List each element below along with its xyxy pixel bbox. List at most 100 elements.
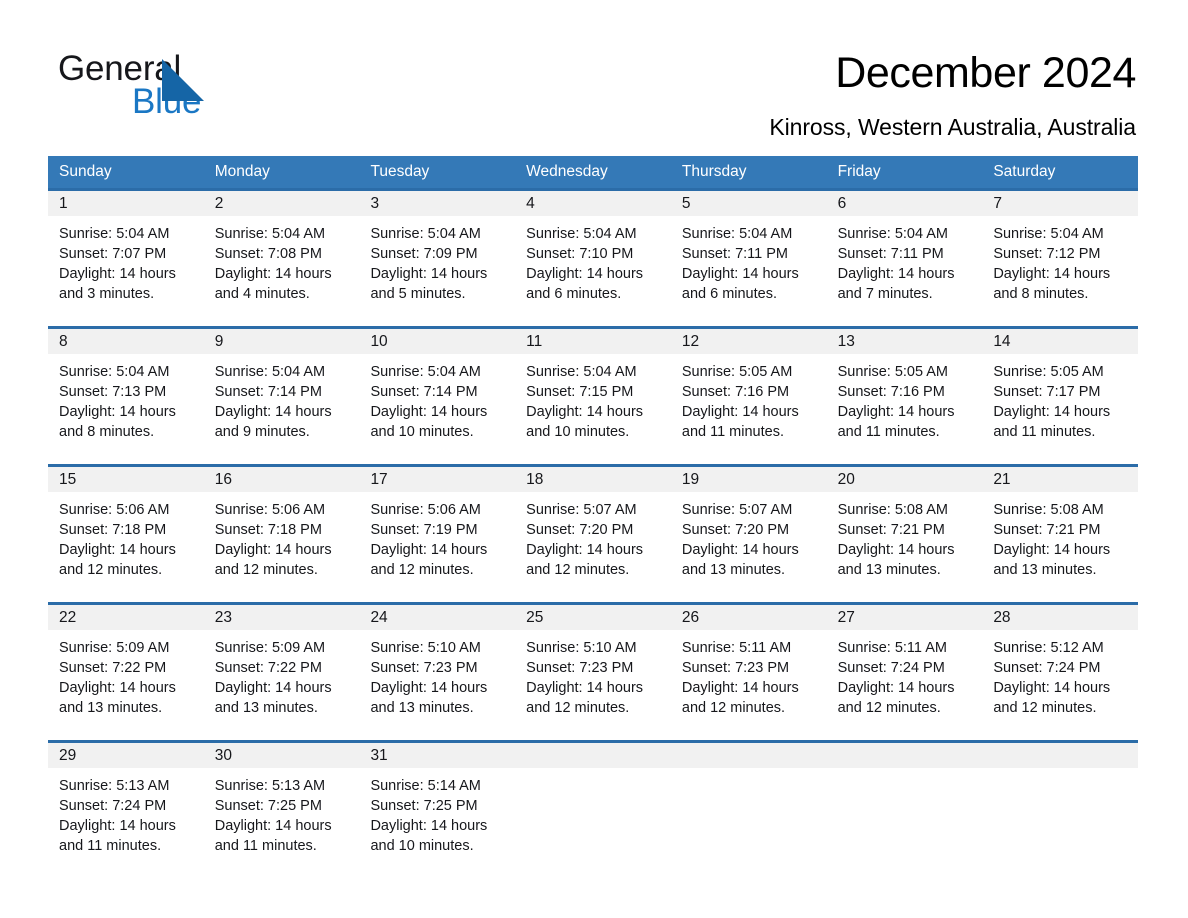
day-cell[interactable]: Sunrise: 5:04 AM Sunset: 7:14 PM Dayligh… <box>204 354 360 464</box>
day-cell[interactable]: Sunrise: 5:10 AM Sunset: 7:23 PM Dayligh… <box>359 630 515 740</box>
day-number[interactable]: 24 <box>359 605 515 630</box>
daylight-text-line2: and 13 minutes. <box>370 700 474 716</box>
sunset-text: Sunset: 7:14 PM <box>370 384 478 400</box>
day-number[interactable]: 13 <box>827 329 983 354</box>
week-detail-band: Sunrise: 5:09 AM Sunset: 7:22 PM Dayligh… <box>48 630 1138 740</box>
day-number[interactable]: 21 <box>982 467 1138 492</box>
day-number[interactable]: 15 <box>48 467 204 492</box>
daylight-text-line1: Daylight: 14 hours <box>837 404 955 420</box>
day-number[interactable]: 8 <box>48 329 204 354</box>
sunrise-text: Sunrise: 5:13 AM <box>214 778 326 794</box>
day-cell[interactable]: Sunrise: 5:04 AM Sunset: 7:08 PM Dayligh… <box>204 216 360 326</box>
day-number[interactable]: 14 <box>982 329 1138 354</box>
sunset-text: Sunset: 7:23 PM <box>681 660 790 676</box>
day-number[interactable]: 29 <box>48 743 204 768</box>
day-number[interactable]: 11 <box>515 329 671 354</box>
sunrise-text: Sunrise: 5:07 AM <box>526 502 637 518</box>
daylight-text-line1: Daylight: 14 hours <box>526 266 644 282</box>
sunset-text: Sunset: 7:14 PM <box>214 384 322 400</box>
day-cell[interactable]: Sunrise: 5:04 AM Sunset: 7:14 PM Dayligh… <box>359 354 515 464</box>
day-cell[interactable]: Sunrise: 5:06 AM Sunset: 7:19 PM Dayligh… <box>359 492 515 602</box>
sunset-text: Sunset: 7:08 PM <box>214 246 322 262</box>
day-number[interactable]: 30 <box>204 743 360 768</box>
sunset-text: Sunset: 7:20 PM <box>526 522 634 538</box>
sunset-text: Sunset: 7:11 PM <box>681 246 788 262</box>
day-cell[interactable]: Sunrise: 5:05 AM Sunset: 7:16 PM Dayligh… <box>671 354 827 464</box>
daylight-text-line1: Daylight: 14 hours <box>370 404 488 420</box>
day-cell[interactable]: Sunrise: 5:11 AM Sunset: 7:24 PM Dayligh… <box>827 630 983 740</box>
day-cell[interactable]: Sunrise: 5:04 AM Sunset: 7:10 PM Dayligh… <box>515 216 671 326</box>
day-number[interactable]: 17 <box>359 467 515 492</box>
day-number[interactable]: 5 <box>671 191 827 216</box>
day-number[interactable]: 23 <box>204 605 360 630</box>
day-number[interactable]: 9 <box>204 329 360 354</box>
day-cell[interactable]: Sunrise: 5:04 AM Sunset: 7:15 PM Dayligh… <box>515 354 671 464</box>
day-cell[interactable]: Sunrise: 5:14 AM Sunset: 7:25 PM Dayligh… <box>359 768 515 880</box>
day-number[interactable]: 12 <box>671 329 827 354</box>
day-cell[interactable]: Sunrise: 5:13 AM Sunset: 7:25 PM Dayligh… <box>204 768 360 880</box>
day-number[interactable]: 4 <box>515 191 671 216</box>
day-cell[interactable]: Sunrise: 5:13 AM Sunset: 7:24 PM Dayligh… <box>48 768 204 880</box>
day-cell[interactable]: Sunrise: 5:09 AM Sunset: 7:22 PM Dayligh… <box>204 630 360 740</box>
day-number[interactable]: 26 <box>671 605 827 630</box>
day-cell-empty <box>515 768 671 880</box>
day-cell[interactable]: Sunrise: 5:04 AM Sunset: 7:13 PM Dayligh… <box>48 354 204 464</box>
daylight-text-line1: Daylight: 14 hours <box>526 404 644 420</box>
day-number[interactable]: 7 <box>982 191 1138 216</box>
day-number[interactable]: 31 <box>359 743 515 768</box>
sunrise-text: Sunrise: 5:04 AM <box>681 226 793 242</box>
day-number-empty <box>515 743 671 768</box>
daylight-text-line1: Daylight: 14 hours <box>993 542 1111 558</box>
day-cell[interactable]: Sunrise: 5:08 AM Sunset: 7:21 PM Dayligh… <box>982 492 1138 602</box>
day-number[interactable]: 25 <box>515 605 671 630</box>
sunset-text: Sunset: 7:18 PM <box>214 522 322 538</box>
daylight-text-line1: Daylight: 14 hours <box>370 266 488 282</box>
day-number[interactable]: 28 <box>982 605 1138 630</box>
day-cell[interactable]: Sunrise: 5:04 AM Sunset: 7:07 PM Dayligh… <box>48 216 204 326</box>
daylight-text-line2: and 10 minutes. <box>526 424 630 440</box>
daylight-text-line2: and 4 minutes. <box>214 286 310 302</box>
daylight-text-line1: Daylight: 14 hours <box>681 680 799 696</box>
day-number[interactable]: 2 <box>204 191 360 216</box>
day-cell[interactable]: Sunrise: 5:07 AM Sunset: 7:20 PM Dayligh… <box>671 492 827 602</box>
day-number[interactable]: 27 <box>827 605 983 630</box>
sunrise-text: Sunrise: 5:05 AM <box>681 364 793 380</box>
day-number[interactable]: 16 <box>204 467 360 492</box>
day-cell[interactable]: Sunrise: 5:04 AM Sunset: 7:09 PM Dayligh… <box>359 216 515 326</box>
daylight-text-line1: Daylight: 14 hours <box>526 680 644 696</box>
day-cell[interactable]: Sunrise: 5:05 AM Sunset: 7:17 PM Dayligh… <box>982 354 1138 464</box>
day-number[interactable]: 3 <box>359 191 515 216</box>
week-detail-band: Sunrise: 5:06 AM Sunset: 7:18 PM Dayligh… <box>48 492 1138 602</box>
generalblue-logo[interactable]: General Blue <box>58 50 258 119</box>
day-cell[interactable]: Sunrise: 5:09 AM Sunset: 7:22 PM Dayligh… <box>48 630 204 740</box>
day-number[interactable]: 18 <box>515 467 671 492</box>
sunrise-text: Sunrise: 5:08 AM <box>993 502 1104 518</box>
day-number[interactable]: 22 <box>48 605 204 630</box>
day-cell[interactable]: Sunrise: 5:10 AM Sunset: 7:23 PM Dayligh… <box>515 630 671 740</box>
day-cell[interactable]: Sunrise: 5:06 AM Sunset: 7:18 PM Dayligh… <box>204 492 360 602</box>
day-number[interactable]: 1 <box>48 191 204 216</box>
day-number[interactable]: 10 <box>359 329 515 354</box>
sunrise-text: Sunrise: 5:04 AM <box>370 364 481 380</box>
sunrise-text: Sunrise: 5:04 AM <box>526 226 637 242</box>
day-cell[interactable]: Sunrise: 5:05 AM Sunset: 7:16 PM Dayligh… <box>827 354 983 464</box>
day-cell[interactable]: Sunrise: 5:07 AM Sunset: 7:20 PM Dayligh… <box>515 492 671 602</box>
daylight-text-line1: Daylight: 14 hours <box>837 266 955 282</box>
day-cell[interactable]: Sunrise: 5:06 AM Sunset: 7:18 PM Dayligh… <box>48 492 204 602</box>
day-cell[interactable]: Sunrise: 5:04 AM Sunset: 7:11 PM Dayligh… <box>671 216 827 326</box>
day-number[interactable]: 19 <box>671 467 827 492</box>
day-cell[interactable]: Sunrise: 5:12 AM Sunset: 7:24 PM Dayligh… <box>982 630 1138 740</box>
day-cell[interactable]: Sunrise: 5:08 AM Sunset: 7:21 PM Dayligh… <box>827 492 983 602</box>
sunset-text: Sunset: 7:24 PM <box>59 798 167 814</box>
day-cell[interactable]: Sunrise: 5:04 AM Sunset: 7:11 PM Dayligh… <box>827 216 983 326</box>
day-cell[interactable]: Sunrise: 5:11 AM Sunset: 7:23 PM Dayligh… <box>671 630 827 740</box>
sunset-text: Sunset: 7:16 PM <box>837 384 945 400</box>
day-cell[interactable]: Sunrise: 5:04 AM Sunset: 7:12 PM Dayligh… <box>982 216 1138 326</box>
day-number[interactable]: 6 <box>827 191 983 216</box>
daylight-text-line2: and 13 minutes. <box>993 562 1097 578</box>
sunset-text: Sunset: 7:11 PM <box>837 246 944 262</box>
daylight-text-line2: and 11 minutes. <box>59 838 162 854</box>
weekday-header-sunday: Sunday <box>59 163 112 180</box>
sunset-text: Sunset: 7:21 PM <box>993 522 1101 538</box>
day-number[interactable]: 20 <box>827 467 983 492</box>
